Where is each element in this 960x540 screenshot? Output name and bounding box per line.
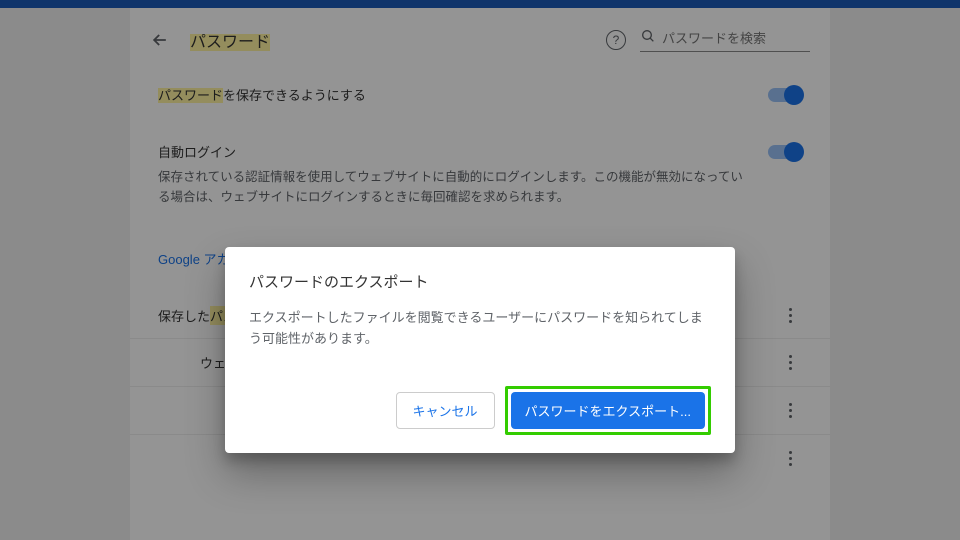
export-passwords-button[interactable]: パスワードをエクスポート...	[511, 392, 705, 429]
dialog-body: エクスポートしたファイルを閲覧できるユーザーにパスワードを知られてしまう可能性が…	[249, 308, 711, 350]
modal-overlay: パスワードのエクスポート エクスポートしたファイルを閲覧できるユーザーにパスワー…	[0, 0, 960, 540]
cancel-button[interactable]: キャンセル	[396, 392, 495, 429]
export-button-highlight: パスワードをエクスポート...	[505, 386, 711, 435]
dialog-title: パスワードのエクスポート	[249, 271, 711, 292]
dialog-actions: キャンセル パスワードをエクスポート...	[249, 386, 711, 435]
export-passwords-dialog: パスワードのエクスポート エクスポートしたファイルを閲覧できるユーザーにパスワー…	[225, 247, 735, 453]
